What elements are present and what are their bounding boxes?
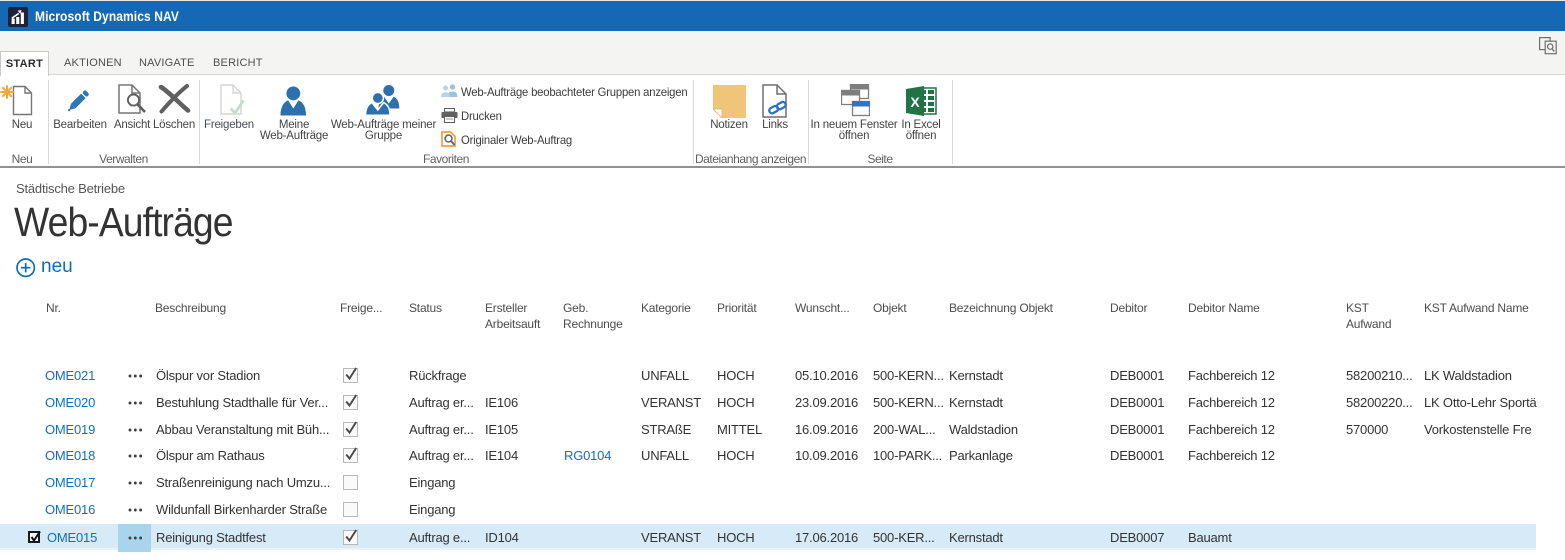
svg-text:X: X — [910, 94, 920, 110]
